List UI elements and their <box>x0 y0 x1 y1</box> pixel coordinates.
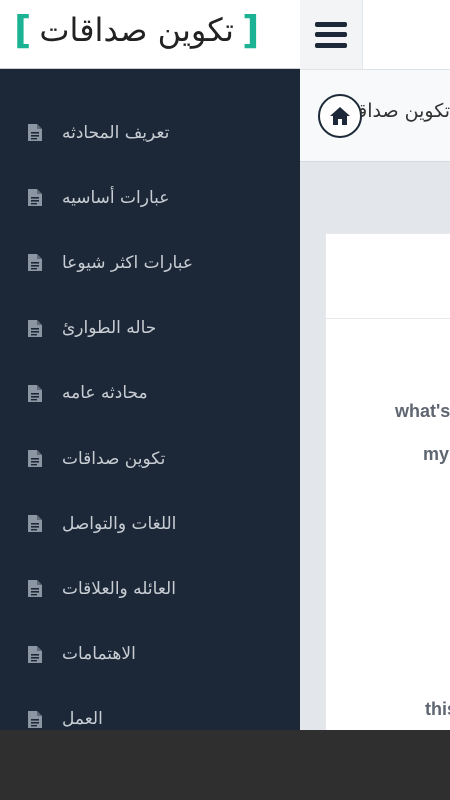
top-bar <box>300 0 450 70</box>
sidebar-item[interactable]: محادثه عامه <box>0 361 300 426</box>
system-bottom-bar <box>0 730 450 800</box>
sidebar-nav: تعريف المحادثه عبارات أساسيه عبارات اكثر… <box>0 100 300 730</box>
document-icon <box>28 580 42 598</box>
document-icon <box>28 384 42 402</box>
phrase-text: this <box>425 699 450 719</box>
sidebar-item-label: الاهتمامات <box>62 644 136 665</box>
document-icon <box>28 710 42 728</box>
app-title: [ تكوين صداقات ] <box>14 8 259 52</box>
document-icon <box>28 515 42 533</box>
sidebar-item[interactable]: عبارات أساسيه <box>0 165 300 230</box>
sidebar-item[interactable]: تكوين صداقات <box>0 426 300 491</box>
sidebar-item-label: اللغات والتواصل <box>62 513 177 534</box>
sidebar-item-label: عبارات أساسيه <box>62 187 170 208</box>
sidebar-item[interactable]: العائله والعلاقات <box>0 556 300 621</box>
menu-button[interactable] <box>300 0 363 69</box>
home-button[interactable] <box>318 94 362 138</box>
breadcrumb: تكوين صداقات <box>300 70 450 162</box>
hamburger-icon <box>315 21 347 48</box>
sidebar-item-label: العائله والعلاقات <box>62 578 176 599</box>
sidebar-item-label: العمل <box>62 709 103 730</box>
sidebar-item-label: تعريف المحادثه <box>62 122 170 143</box>
content-card: what's my this <box>325 233 450 730</box>
sidebar-item[interactable]: تعريف المحادثه <box>0 100 300 165</box>
sidebar-item[interactable]: العمل <box>0 687 300 730</box>
sidebar-item[interactable]: عبارات اكثر شيوعا <box>0 230 300 295</box>
sidebar-item-label: عبارات اكثر شيوعا <box>62 252 194 273</box>
card-header <box>326 234 450 319</box>
sidebar-item-label: حاله الطوارئ <box>62 318 157 339</box>
sidebar-item-label: تكوين صداقات <box>62 448 166 469</box>
breadcrumb-current: تكوين صداقات <box>360 100 450 122</box>
phrase-text: what's <box>395 401 450 421</box>
bracket-left: [ <box>14 8 32 52</box>
document-icon <box>28 319 42 337</box>
sidebar-item[interactable]: حاله الطوارئ <box>0 296 300 361</box>
document-icon <box>28 254 42 272</box>
sidebar-item[interactable]: الاهتمامات <box>0 622 300 687</box>
phrase-text: my <box>423 444 450 464</box>
app-title-text: تكوين صداقات <box>39 11 234 49</box>
bracket-right: ] <box>241 8 260 52</box>
document-icon <box>28 189 42 207</box>
document-icon <box>28 124 42 142</box>
navigation-drawer: [ تكوين صداقات ] تعريف المحادثه عبارات أ… <box>0 0 300 730</box>
document-icon <box>28 645 42 663</box>
main-content: تكوين صداقات what's my this <box>300 0 450 730</box>
document-icon <box>28 450 42 468</box>
drawer-header: [ تكوين صداقات ] <box>0 0 300 69</box>
sidebar-item[interactable]: اللغات والتواصل <box>0 491 300 556</box>
sidebar-item-label: محادثه عامه <box>62 383 148 404</box>
home-icon <box>330 107 350 125</box>
